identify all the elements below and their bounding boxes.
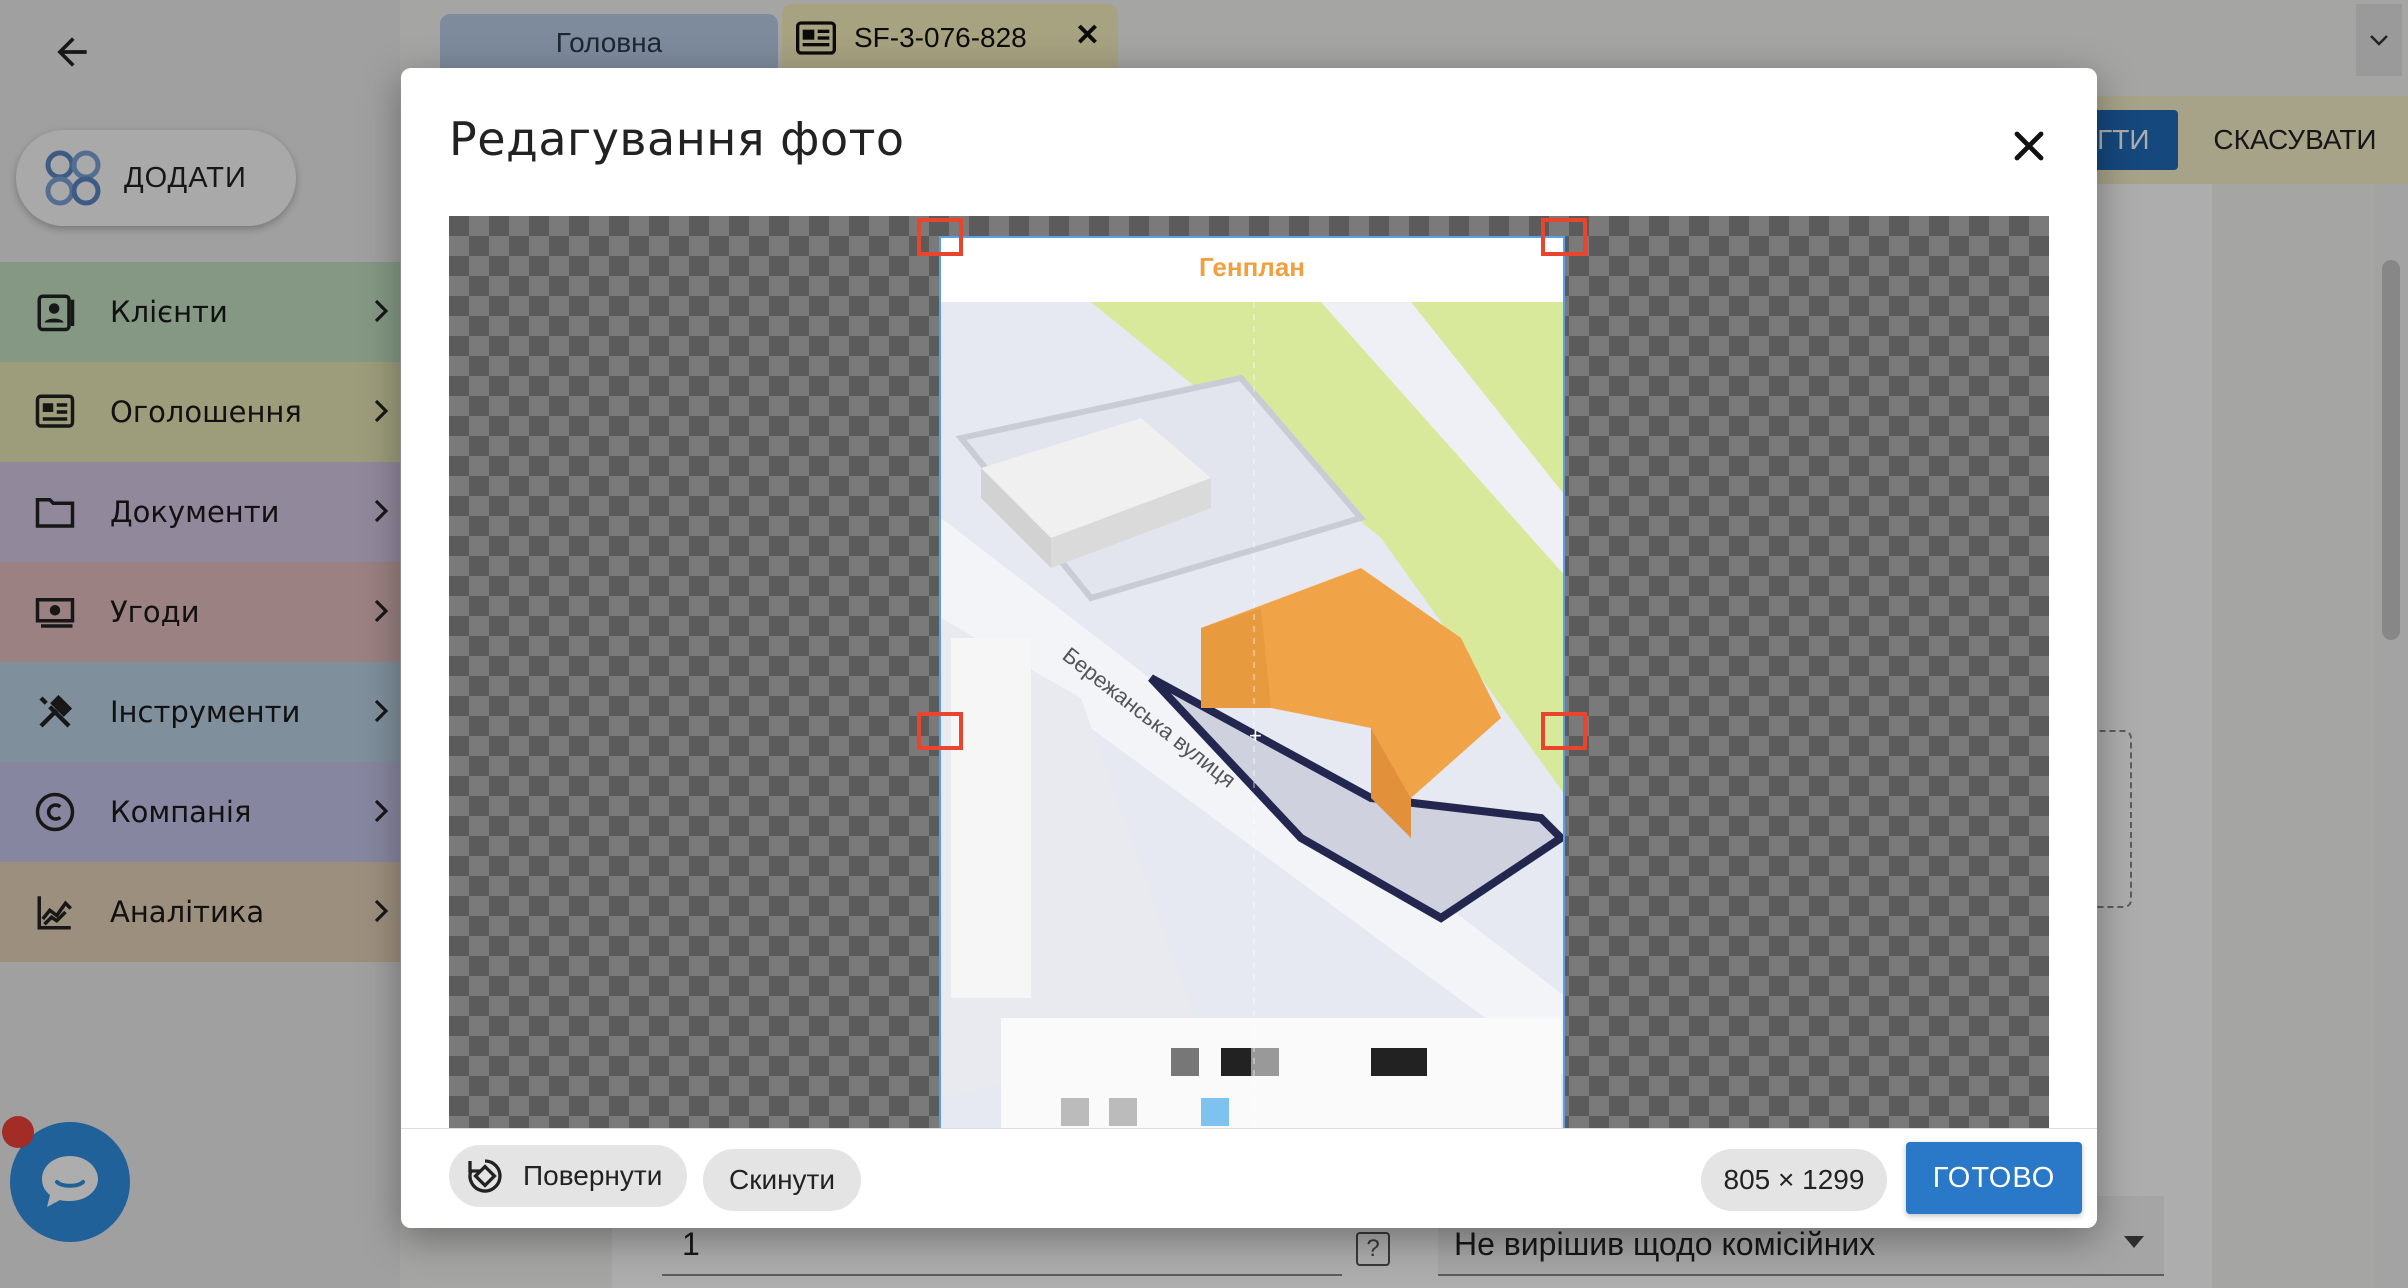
close-icon [2014, 131, 2044, 161]
rotate-button[interactable]: Повернути [449, 1145, 687, 1207]
crop-handle-top-right[interactable] [1541, 218, 1587, 256]
dialog-title: Редагування фото [449, 112, 905, 166]
dialog-footer: Повернути Скинути 805 × 1299 ГОТОВО [401, 1128, 2097, 1228]
reset-button[interactable]: Скинути [703, 1149, 861, 1211]
photo-title: Генплан [1199, 252, 1305, 282]
crop-handle-left[interactable] [917, 712, 963, 750]
svg-text:+: + [1249, 723, 1262, 748]
close-button[interactable] [2001, 118, 2057, 174]
photo-preview: Бережанська вулиця + Генплан [939, 236, 1565, 1128]
done-button[interactable]: ГОТОВО [1906, 1142, 2082, 1214]
image-editor-canvas[interactable]: Бережанська вулиця + Генплан [449, 216, 2049, 1128]
rotate-button-label: Повернути [523, 1160, 663, 1191]
crop-handle-top-left[interactable] [917, 218, 963, 256]
image-dimensions: 805 × 1299 [1701, 1149, 1887, 1211]
crop-handle-right[interactable] [1541, 712, 1587, 750]
site-plan-map: Бережанська вулиця + [941, 302, 1563, 1128]
rotate-icon [468, 1159, 502, 1193]
photo-edit-dialog: Редагування фото Бережанська вулиця + Ге… [401, 68, 2097, 1228]
